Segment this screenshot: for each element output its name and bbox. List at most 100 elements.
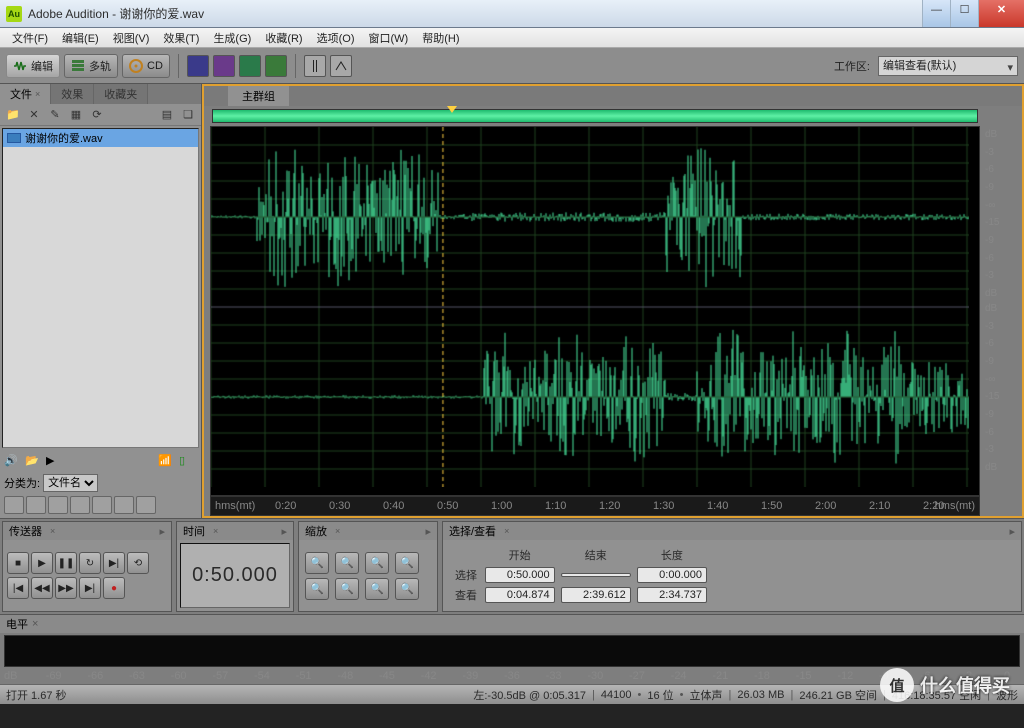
panel-menu-icon[interactable]: ▸ bbox=[159, 525, 165, 538]
col-start: 开始 bbox=[483, 546, 557, 564]
view-icon-4[interactable] bbox=[70, 496, 90, 514]
preview-autoplay-icon[interactable]: ▶ bbox=[46, 454, 64, 470]
zoom-out-h-button[interactable]: 🔍 bbox=[335, 552, 359, 574]
go-end-button[interactable]: ▶| bbox=[79, 577, 101, 599]
favorites-tab[interactable]: 收藏夹 bbox=[94, 84, 148, 104]
play-to-end-button[interactable]: ▶| bbox=[103, 552, 125, 574]
time-panel: 时间×▸ 0:50.000 bbox=[176, 521, 294, 612]
volume-icon[interactable]: 📶 bbox=[158, 454, 176, 470]
zoom-full-button[interactable]: 🔍 bbox=[365, 552, 389, 574]
minimize-button[interactable]: — bbox=[922, 0, 950, 27]
freq-button[interactable] bbox=[213, 55, 235, 77]
title-bar: Au Adobe Audition - 谢谢你的爱.wav — ☐ ✕ bbox=[0, 0, 1024, 28]
waveform-display[interactable]: dB-3-6-9-∞-15-9-6-3dB dB-3-6-9-∞-15-9-6-… bbox=[210, 126, 980, 496]
files-tab[interactable]: 文件× bbox=[0, 84, 51, 104]
time-display[interactable]: 0:50.000 bbox=[180, 543, 290, 608]
panel-menu-icon[interactable]: ▸ bbox=[281, 525, 287, 538]
pause-button[interactable]: ❚❚ bbox=[55, 552, 77, 574]
menu-view[interactable]: 视图(V) bbox=[109, 29, 154, 47]
view-start-input[interactable]: 0:04.874 bbox=[485, 587, 555, 603]
level-meter[interactable] bbox=[4, 635, 1020, 667]
zoom-out-v-button[interactable]: 🔍 bbox=[395, 578, 419, 600]
view-length-input[interactable]: 2:34.737 bbox=[637, 587, 707, 603]
help-icon[interactable]: ❏ bbox=[179, 107, 197, 123]
watermark-badge: 值 bbox=[880, 668, 914, 702]
col-length: 长度 bbox=[635, 546, 709, 564]
panel-menu-icon[interactable]: ▸ bbox=[425, 525, 431, 538]
sel-length-input[interactable]: 0:00.000 bbox=[637, 567, 707, 583]
view-icon-3[interactable] bbox=[48, 496, 68, 514]
time-select-tool[interactable] bbox=[304, 55, 326, 77]
level-ruler: dB-69-66-63-60-57-54-51-48-45-42-39-36-3… bbox=[0, 669, 1024, 685]
time-title: 时间 bbox=[183, 523, 205, 539]
marquee-tool[interactable] bbox=[330, 55, 352, 77]
menu-window[interactable]: 窗口(W) bbox=[365, 29, 413, 47]
menu-help[interactable]: 帮助(H) bbox=[418, 29, 463, 47]
multitrack-button[interactable]: 多轨 bbox=[64, 54, 118, 78]
edit-view-button[interactable]: 编辑 bbox=[6, 54, 60, 78]
view-icon-7[interactable] bbox=[136, 496, 156, 514]
effects-tab[interactable]: 效果 bbox=[51, 84, 94, 104]
level-panel: 电平× dB-69-66-63-60-57-54-51-48-45-42-39-… bbox=[0, 614, 1024, 684]
view-icon-1[interactable] bbox=[4, 496, 24, 514]
stop-button[interactable]: ■ bbox=[7, 552, 29, 574]
pan-button[interactable] bbox=[239, 55, 261, 77]
sort-select[interactable]: 文件名 bbox=[43, 474, 98, 492]
files-toolbar: 📁 ✕ ✎ ▦ ⟳ ▤ ❏ bbox=[0, 104, 201, 126]
menu-favorites[interactable]: 收藏(R) bbox=[261, 29, 306, 47]
zoom-in-left-button[interactable]: 🔍 bbox=[305, 578, 329, 600]
panel-menu-icon[interactable]: ▸ bbox=[1009, 525, 1015, 538]
zoom-in-v-button[interactable]: 🔍 bbox=[365, 578, 389, 600]
preview-play-icon[interactable]: 🔊 bbox=[4, 454, 22, 470]
marker-icon[interactable]: ▯ bbox=[179, 454, 197, 470]
rewind-button[interactable]: ◀◀ bbox=[31, 577, 53, 599]
row-selection-label: 选择 bbox=[453, 566, 481, 584]
menu-options[interactable]: 选项(O) bbox=[313, 29, 359, 47]
go-start-button[interactable]: |◀ bbox=[7, 577, 29, 599]
overview-bar[interactable] bbox=[212, 109, 978, 123]
status-open: 打开 1.67 秒 bbox=[6, 687, 67, 703]
spectral-button[interactable] bbox=[187, 55, 209, 77]
file-list[interactable]: 谢谢你的爱.wav bbox=[2, 128, 199, 448]
row-view-label: 查看 bbox=[453, 586, 481, 604]
zoom-in-right-button[interactable]: 🔍 bbox=[335, 578, 359, 600]
sel-start-input[interactable]: 0:50.000 bbox=[485, 567, 555, 583]
view-icon-5[interactable] bbox=[92, 496, 112, 514]
play-button[interactable]: ▶ bbox=[31, 552, 53, 574]
playhead-marker-icon[interactable] bbox=[447, 106, 457, 113]
preview-loop-icon[interactable]: 📂 bbox=[25, 454, 43, 470]
cd-button[interactable]: CD bbox=[122, 54, 170, 78]
time-ruler[interactable]: hms(mt) 0:200:30 0:400:50 1:001:10 1:201… bbox=[210, 496, 980, 516]
import-icon[interactable]: 📁 bbox=[4, 107, 22, 123]
loop-button[interactable]: ⟲ bbox=[127, 552, 149, 574]
sel-end-input[interactable] bbox=[561, 573, 631, 577]
file-item[interactable]: 谢谢你的爱.wav bbox=[3, 129, 198, 147]
forward-button[interactable]: ▶▶ bbox=[55, 577, 77, 599]
menu-effects[interactable]: 效果(T) bbox=[159, 29, 203, 47]
play-loop-button[interactable]: ↻ bbox=[79, 552, 101, 574]
zoom-panel: 缩放×▸ 🔍 🔍 🔍 🔍 🔍 🔍 🔍 🔍 bbox=[298, 521, 438, 612]
selection-panel: 选择/查看×▸ 开始结束长度 选择 0:50.000 0:00.000 查看 0… bbox=[442, 521, 1022, 612]
menu-edit[interactable]: 编辑(E) bbox=[58, 29, 103, 47]
transport-panel: 传送器×▸ ■ ▶ ❚❚ ↻ ▶| ⟲ |◀ ◀◀ ▶▶ ▶| ● bbox=[2, 521, 172, 612]
zoom-in-h-button[interactable]: 🔍 bbox=[305, 552, 329, 574]
insert-icon[interactable]: ▦ bbox=[67, 107, 85, 123]
view-icon-6[interactable] bbox=[114, 496, 134, 514]
record-button[interactable]: ● bbox=[103, 577, 125, 599]
zoom-sel-button[interactable]: 🔍 bbox=[395, 552, 419, 574]
view-end-input[interactable]: 2:39.612 bbox=[561, 587, 631, 603]
selection-title: 选择/查看 bbox=[449, 523, 496, 539]
maximize-button[interactable]: ☐ bbox=[950, 0, 978, 27]
editor-tab-main[interactable]: 主群组 bbox=[228, 86, 289, 106]
files-panel: 文件× 效果 收藏夹 📁 ✕ ✎ ▦ ⟳ ▤ ❏ 谢谢你的爱.wav 🔊 📂 ▶ bbox=[0, 84, 202, 518]
close-file-icon[interactable]: ✕ bbox=[25, 107, 43, 123]
workspace-selector[interactable]: 编辑查看(默认) bbox=[878, 56, 1018, 76]
edit-icon[interactable]: ✎ bbox=[46, 107, 64, 123]
options-icon[interactable]: ▤ bbox=[158, 107, 176, 123]
refresh-icon[interactable]: ⟳ bbox=[88, 107, 106, 123]
close-button[interactable]: ✕ bbox=[978, 0, 1024, 27]
menu-generate[interactable]: 生成(G) bbox=[209, 29, 255, 47]
view-icon-2[interactable] bbox=[26, 496, 46, 514]
top-bottom-button[interactable] bbox=[265, 55, 287, 77]
menu-file[interactable]: 文件(F) bbox=[8, 29, 52, 47]
